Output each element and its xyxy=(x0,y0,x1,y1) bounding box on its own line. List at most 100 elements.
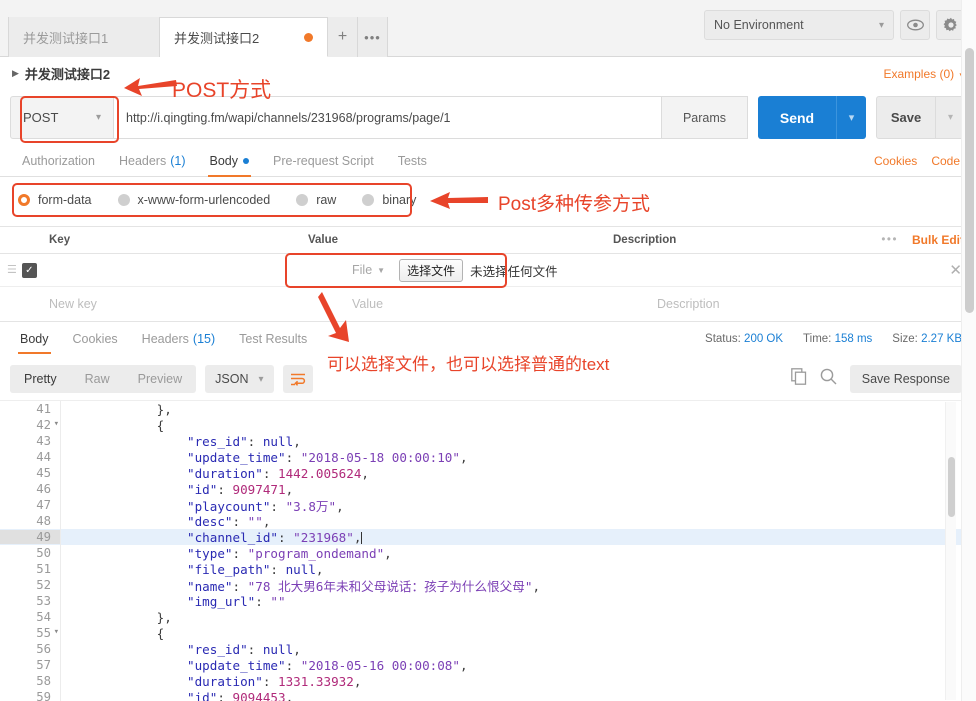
environment-selector[interactable]: No Environment ▾ xyxy=(704,10,894,40)
send-button[interactable]: Send xyxy=(758,96,836,139)
code-line-number: 56 xyxy=(36,642,51,656)
http-method-selector[interactable]: POST ▾ xyxy=(10,96,114,139)
code-line-number: 58 xyxy=(36,674,51,688)
response-format-selector[interactable]: JSON ▾ xyxy=(205,365,274,393)
code-line-text: { xyxy=(156,625,165,641)
radio-icon xyxy=(117,193,130,206)
code-fold-gutter xyxy=(60,513,88,529)
code-line: 50 "type": "program_ondemand", xyxy=(0,545,976,561)
row-gutter: ☰ ✓ xyxy=(0,262,44,278)
new-value-input[interactable]: Value xyxy=(347,297,652,311)
copy-icon xyxy=(790,368,806,385)
params-button[interactable]: Params xyxy=(662,96,748,139)
response-body-code-viewer[interactable]: 41 }, 42 ▾ {43 "res_id": null, 44 "update_t… xyxy=(0,401,976,701)
tab-headers-label: Headers xyxy=(118,154,167,168)
send-options-button[interactable]: ▾ xyxy=(836,96,866,139)
examples-label: Examples (0) xyxy=(883,66,955,81)
no-file-selected-label: 未选择任何文件 xyxy=(470,264,558,279)
size-meta: Size: 2.27 KB xyxy=(892,333,962,345)
code-fold-gutter xyxy=(60,689,88,701)
url-value: http://i.qingting.fm/wapi/channels/23196… xyxy=(126,110,451,125)
response-tab-test-results[interactable]: Test Results xyxy=(227,323,319,354)
code-line-number: 50 xyxy=(36,546,51,560)
tab-body[interactable]: Body xyxy=(198,146,262,177)
code-line: 55 ▾ { xyxy=(0,625,976,641)
body-mode-form-data[interactable]: form-data xyxy=(18,193,92,207)
collapse-chevron-icon[interactable]: ▶ xyxy=(12,68,19,79)
row-description-cell[interactable]: ✕ xyxy=(652,261,976,279)
body-mode-radio-group: form-data x-www-form-urlencoded raw bina… xyxy=(0,177,976,222)
code-fold-gutter xyxy=(60,417,88,433)
table-options-button[interactable]: ••• xyxy=(881,234,898,246)
request-links: Cookies Code xyxy=(874,154,966,168)
choose-file-button[interactable]: 选择文件 xyxy=(399,258,464,282)
time-value: 158 ms xyxy=(834,332,873,345)
request-name-row: ▶ 并发测试接口2 Examples (0) ▾ xyxy=(0,57,976,90)
drag-handle-icon[interactable]: ☰ xyxy=(7,264,17,276)
url-bar: POST ▾ http://i.qingting.fm/wapi/channel… xyxy=(10,96,966,139)
view-mode-preview[interactable]: Preview xyxy=(124,365,196,393)
new-key-placeholder: New key xyxy=(49,296,97,311)
cookies-link[interactable]: Cookies xyxy=(874,154,917,168)
response-actions: Save Response xyxy=(790,365,976,393)
code-scrollbar-thumb[interactable] xyxy=(948,457,955,517)
body-mode-urlencoded[interactable]: x-www-form-urlencoded xyxy=(117,193,270,207)
code-line: 54 }, xyxy=(0,609,976,625)
code-fold-gutter xyxy=(60,641,88,657)
code-line-number: 55 ▾ xyxy=(36,626,59,640)
tab-options-button[interactable]: ••• xyxy=(358,17,388,57)
code-line-text: "id": 9094453, xyxy=(187,689,294,701)
tab-pre-request-script[interactable]: Pre-request Script xyxy=(261,146,386,177)
response-tab-headers[interactable]: Headers (15) xyxy=(130,323,227,354)
code-link[interactable]: Code xyxy=(931,154,960,168)
radio-selected-icon xyxy=(18,193,30,206)
code-line-text: "channel_id": "231968", xyxy=(187,529,363,545)
tab-tests[interactable]: Tests xyxy=(386,146,439,177)
code-line: 58 "duration": 1331.33932, xyxy=(0,673,976,689)
new-description-input[interactable]: Description xyxy=(652,297,976,311)
response-tab-headers-label: Headers xyxy=(141,331,189,346)
new-key-input[interactable]: New key xyxy=(44,295,347,313)
view-mode-pretty[interactable]: Pretty xyxy=(10,365,71,393)
tab-pre-request-script-label: Pre-request Script xyxy=(273,154,374,168)
tab-body-label: Body xyxy=(209,154,239,168)
code-fold-toggle-icon[interactable]: ▾ xyxy=(54,627,59,637)
response-tab-headers-count: (15) xyxy=(192,331,216,346)
code-line: 56 "res_id": null, xyxy=(0,641,976,657)
environment-quick-look-button[interactable] xyxy=(900,10,930,40)
response-tab-cookies[interactable]: Cookies xyxy=(61,323,130,354)
gear-icon xyxy=(943,17,957,32)
code-line-text: "update_time": "2018-05-18 00:00:10", xyxy=(187,449,468,465)
code-fold-gutter xyxy=(60,401,88,417)
value-type-selector[interactable]: File ▼ xyxy=(352,263,385,277)
body-mode-binary-label: binary xyxy=(382,192,417,207)
new-tab-button[interactable]: + xyxy=(328,17,358,57)
tab-authorization[interactable]: Authorization xyxy=(10,146,107,177)
request-tab-1[interactable]: 并发测试接口1 xyxy=(8,17,160,57)
body-mode-raw[interactable]: raw xyxy=(296,193,336,207)
tab-headers[interactable]: Headers (1) xyxy=(107,146,198,177)
code-fold-gutter xyxy=(60,465,88,481)
page-vertical-scrollbar[interactable] xyxy=(961,0,976,701)
request-tab-2[interactable]: 并发测试接口2 xyxy=(160,17,328,57)
code-line-number: 44 xyxy=(36,450,51,464)
examples-dropdown[interactable]: Examples (0) ▾ xyxy=(883,67,964,81)
code-line-text: "file_path": null, xyxy=(187,561,324,577)
column-header-description-wrap: Description ••• Bulk Edit xyxy=(608,233,976,247)
body-mode-binary[interactable]: binary xyxy=(362,193,416,207)
chevron-down-icon: ▾ xyxy=(258,373,264,385)
copy-button[interactable] xyxy=(790,368,807,390)
code-fold-toggle-icon[interactable]: ▾ xyxy=(54,419,59,429)
search-button[interactable] xyxy=(820,368,837,390)
code-vertical-scrollbar[interactable] xyxy=(945,402,956,700)
word-wrap-button[interactable] xyxy=(282,365,313,393)
view-mode-raw[interactable]: Raw xyxy=(71,365,124,393)
code-line: 43 "res_id": null, xyxy=(0,433,976,449)
environment-selected-label: No Environment xyxy=(714,18,804,32)
save-button[interactable]: Save xyxy=(876,96,936,139)
page-scrollbar-thumb[interactable] xyxy=(965,48,974,313)
bulk-edit-button[interactable]: Bulk Edit xyxy=(912,233,964,247)
response-tab-body[interactable]: Body xyxy=(8,323,61,354)
row-enabled-checkbox[interactable]: ✓ xyxy=(21,262,37,278)
save-response-button[interactable]: Save Response xyxy=(849,365,962,393)
